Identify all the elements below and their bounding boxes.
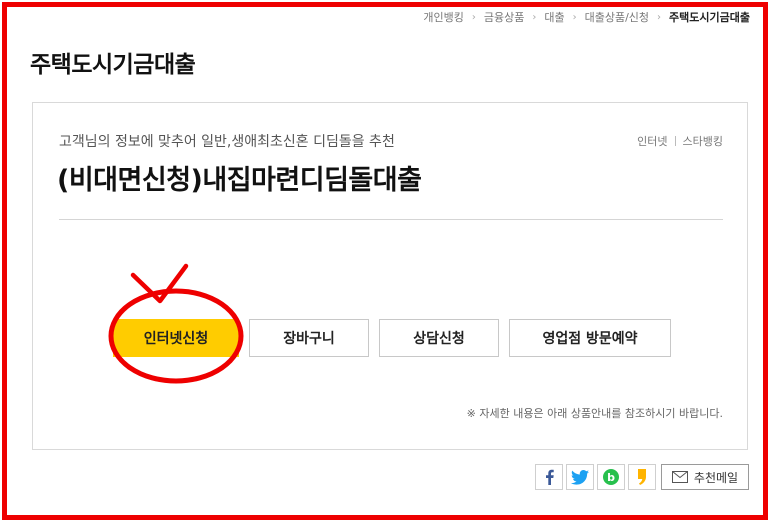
cart-button[interactable]: 장바구니 xyxy=(249,319,369,357)
breadcrumb-item-financial-products[interactable]: 금융상품 xyxy=(484,9,524,25)
product-panel: 고객님의 정보에 맞추어 일반,생애최초신혼 디딤돌을 추천 (비대면신청)내집… xyxy=(32,102,748,450)
branch-visit-button[interactable]: 영업점 방문예약 xyxy=(509,319,671,357)
band-icon: b xyxy=(603,469,619,485)
chevron-right-icon: › xyxy=(532,11,537,23)
share-facebook-button[interactable] xyxy=(535,464,563,490)
mail-icon xyxy=(671,471,688,483)
info-note: ※ 자세한 내용은 아래 상품안내를 참조하시기 바랍니다. xyxy=(466,407,723,420)
channel-starbanking: 스타뱅킹 xyxy=(682,135,723,148)
breadcrumb: 개인뱅킹 › 금융상품 › 대출 › 대출상품/신청 › 주택도시기금대출 xyxy=(423,9,750,25)
share-band-button[interactable]: b xyxy=(597,464,625,490)
product-name: (비대면신청)내집마련디딤돌대출 xyxy=(57,165,422,196)
channel-list: 인터넷 스타뱅킹 xyxy=(637,133,723,149)
section-divider xyxy=(59,219,723,220)
recommend-mail-label: 추천메일 xyxy=(693,470,739,485)
kakaostory-icon xyxy=(638,469,646,485)
breadcrumb-item-loan-products[interactable]: 대출상품/신청 xyxy=(585,9,649,25)
internet-apply-button[interactable]: 인터넷신청 xyxy=(113,319,239,357)
channel-internet: 인터넷 xyxy=(637,135,668,148)
recommend-mail-button[interactable]: 추천메일 xyxy=(661,464,749,490)
facebook-icon xyxy=(546,469,554,485)
chevron-right-icon: › xyxy=(657,11,662,23)
share-kakaostory-button[interactable] xyxy=(628,464,656,490)
chevron-right-icon: › xyxy=(471,11,476,23)
breadcrumb-item-personal-banking[interactable]: 개인뱅킹 xyxy=(423,9,463,25)
product-description: 고객님의 정보에 맞추어 일반,생애최초신혼 디딤돌을 추천 xyxy=(59,134,395,150)
breadcrumb-item-current: 주택도시기금대출 xyxy=(669,11,750,24)
channel-divider xyxy=(674,136,676,146)
page-title: 주택도시기금대출 xyxy=(30,52,196,78)
share-twitter-button[interactable] xyxy=(566,464,594,490)
chevron-right-icon: › xyxy=(572,11,577,23)
consult-apply-button[interactable]: 상담신청 xyxy=(379,319,499,357)
svg-text:b: b xyxy=(607,471,615,484)
twitter-icon xyxy=(571,469,589,485)
breadcrumb-item-loan[interactable]: 대출 xyxy=(544,9,564,25)
